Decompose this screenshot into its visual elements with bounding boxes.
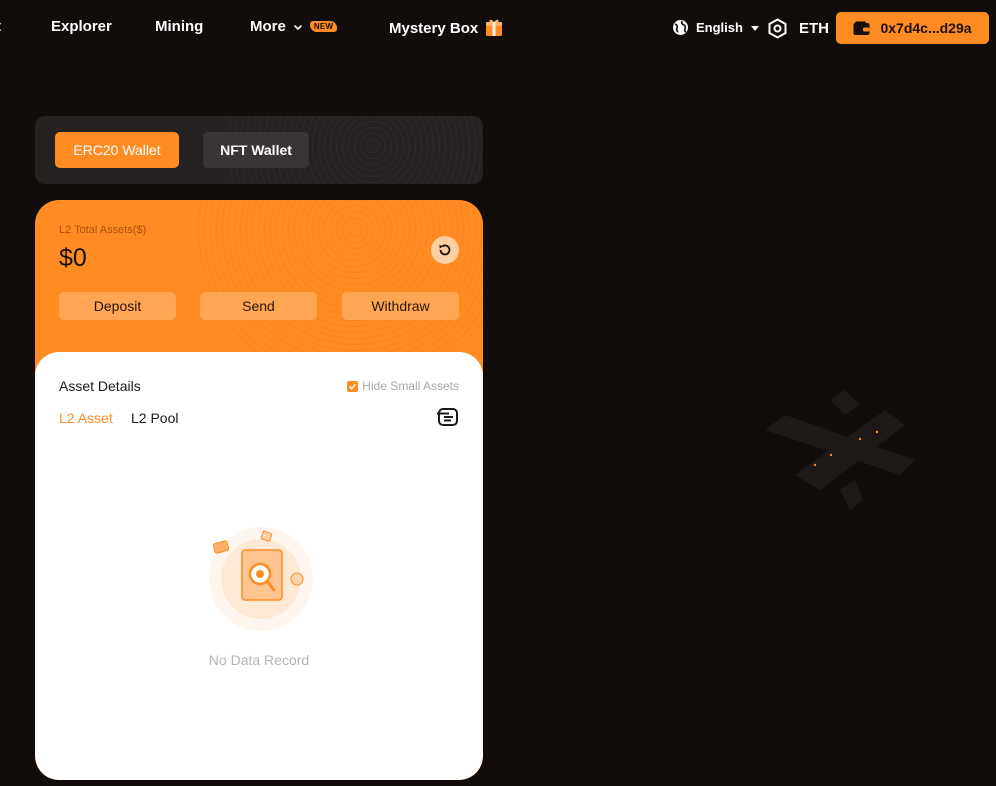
- wallet-type-tabs: ERC20 Wallet NFT Wallet: [35, 116, 483, 184]
- total-assets-label: L2 Total Assets($): [59, 224, 147, 236]
- tab-l2-asset[interactable]: L2 Asset: [59, 410, 113, 426]
- gift-box-icon: [486, 19, 503, 36]
- send-button-label: Send: [242, 298, 275, 314]
- decorative-logo-icon: [765, 390, 915, 510]
- withdraw-button-label: Withdraw: [371, 298, 430, 314]
- tab-erc20-wallet[interactable]: ERC20 Wallet: [55, 132, 179, 168]
- hide-small-assets-toggle[interactable]: Hide Small Assets: [347, 379, 459, 393]
- nav-item-mystery-box[interactable]: Mystery Box: [389, 18, 504, 38]
- nav-item-explorer[interactable]: Explorer: [51, 18, 112, 35]
- language-selector[interactable]: English: [672, 19, 760, 36]
- nav-item-explorer-label: Explorer: [51, 18, 112, 35]
- hide-small-assets-checkbox[interactable]: [347, 380, 359, 392]
- refresh-button[interactable]: [431, 236, 459, 264]
- wallet-address: 0x7d4c...d29a: [880, 20, 972, 36]
- tab-erc20-wallet-label: ERC20 Wallet: [73, 142, 161, 158]
- deposit-button[interactable]: Deposit: [59, 292, 176, 320]
- nav-item-mystery-box-label: Mystery Box: [389, 19, 479, 37]
- top-nav: t Explorer Mining More NEW Mystery Box E…: [0, 0, 996, 56]
- nav-item-more[interactable]: More NEW: [250, 18, 338, 35]
- wallet-icon: [853, 21, 870, 35]
- nav-item-truncated-label: t: [0, 18, 1, 35]
- globe-icon: [673, 20, 688, 35]
- list-icon[interactable]: [437, 407, 459, 427]
- hide-small-assets-label: Hide Small Assets: [362, 379, 459, 393]
- chevron-down-icon: [294, 24, 302, 30]
- nav-item-truncated[interactable]: t: [0, 18, 1, 35]
- nav-item-mining-label: Mining: [155, 18, 204, 35]
- asset-details-title: Asset Details: [59, 378, 141, 394]
- deposit-button-label: Deposit: [93, 298, 142, 314]
- language-label: English: [696, 20, 743, 35]
- empty-state-text: No Data Record: [208, 652, 310, 668]
- total-assets-value: $0: [59, 244, 87, 272]
- asset-details-panel: Asset Details Hide Small Assets L2 Asset…: [35, 352, 483, 780]
- caret-down-icon: [750, 25, 759, 31]
- tab-l2-pool[interactable]: L2 Pool: [131, 410, 178, 426]
- no-data-illustration: [209, 527, 313, 631]
- refresh-icon: [439, 244, 451, 256]
- nav-item-more-label: More: [250, 18, 286, 35]
- hexagon-icon: [768, 18, 787, 39]
- withdraw-button[interactable]: Withdraw: [342, 292, 459, 320]
- network-selector[interactable]: ETH: [767, 18, 829, 39]
- new-badge: NEW: [309, 21, 338, 32]
- tab-nft-wallet-label: NFT Wallet: [220, 142, 292, 158]
- nav-item-mining[interactable]: Mining: [155, 18, 203, 35]
- tab-nft-wallet[interactable]: NFT Wallet: [203, 132, 309, 168]
- assets-card: L2 Total Assets($) $0 Deposit Send Withd…: [35, 200, 483, 780]
- check-icon: [349, 383, 357, 390]
- network-label: ETH: [799, 20, 829, 37]
- wallet-address-button[interactable]: 0x7d4c...d29a: [836, 12, 989, 44]
- send-button[interactable]: Send: [200, 292, 317, 320]
